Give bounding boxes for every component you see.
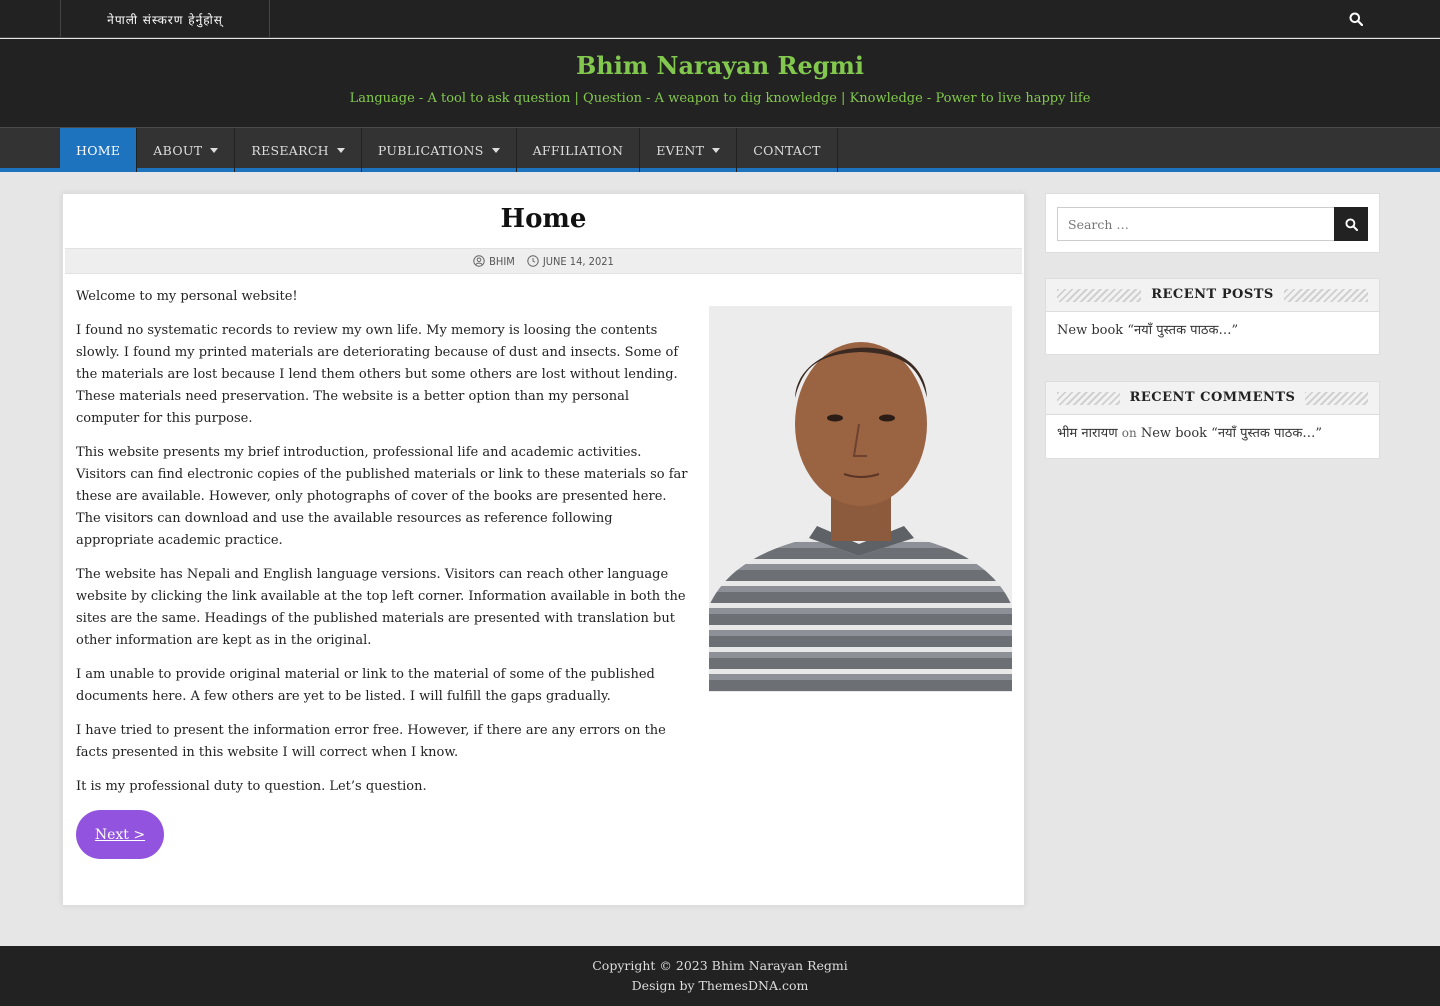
post-meta: BHIM JUNE 14, 2021 xyxy=(65,248,1022,274)
caret-down-icon xyxy=(336,147,345,153)
nav-item-affiliation[interactable]: Affiliation xyxy=(517,128,641,172)
nav-item-about[interactable]: About xyxy=(137,128,236,172)
date-text[interactable]: JUNE 14, 2021 xyxy=(543,255,614,268)
post-author[interactable]: BHIM xyxy=(473,255,515,268)
caret-down-icon xyxy=(491,147,500,153)
nav-item-label: About xyxy=(153,142,203,158)
nav-item-label: Affiliation xyxy=(532,142,624,158)
search-input[interactable]: Search … xyxy=(1057,207,1335,241)
search-widget: Search … xyxy=(1045,193,1380,253)
recent-comment: भीम नारायण on New book “नयाँ पुस्तक पाठक… xyxy=(1057,423,1322,441)
portrait-photo xyxy=(709,306,1012,692)
paragraph: It is my professional duty to question. … xyxy=(76,779,427,794)
user-icon xyxy=(473,255,485,267)
next-page-button[interactable]: Next > xyxy=(76,810,164,859)
primary-nav: Home About Research Publications Affilia… xyxy=(0,127,1440,172)
search-icon[interactable] xyxy=(1344,8,1368,30)
search-icon xyxy=(1344,217,1358,231)
paragraph: The website has Nepali and English langu… xyxy=(76,567,686,648)
caret-down-icon xyxy=(210,147,219,153)
widget-header: Recent Posts xyxy=(1046,279,1379,312)
site-description: Language - A tool to ask question | Ques… xyxy=(349,91,1091,106)
nav-item-label: Research xyxy=(251,142,329,158)
recent-post-link[interactable]: New book “नयाँ पुस्तक पाठक…” xyxy=(1057,320,1238,338)
site-header: Bhim Narayan Regmi Language - A tool to … xyxy=(0,39,1440,127)
main-content: Home BHIM JUNE 14, 2021 Welcome to my pe… xyxy=(62,193,1025,906)
paragraph: This website presents my brief introduct… xyxy=(76,445,688,548)
nav-item-label: Home xyxy=(76,142,121,158)
site-footer: Copyright © 2023 Bhim Narayan Regmi Desi… xyxy=(0,946,1440,1006)
paragraph: I found no systematic records to review … xyxy=(76,323,679,426)
widget-header: Recent Comments xyxy=(1046,382,1379,415)
language-switch-link[interactable]: नेपाली संस्करण हेर्नुहोस् xyxy=(60,0,270,38)
post-date[interactable]: JUNE 14, 2021 xyxy=(527,255,614,268)
search-submit-button[interactable] xyxy=(1334,207,1368,241)
nav-item-home[interactable]: Home xyxy=(60,128,138,172)
copyright-text: Copyright © 2023 Bhim Narayan Regmi xyxy=(592,958,848,973)
nav-item-event[interactable]: Event xyxy=(640,128,738,172)
site-title[interactable]: Bhim Narayan Regmi xyxy=(0,51,1440,80)
author-name[interactable]: BHIM xyxy=(489,255,515,268)
nav-item-research[interactable]: Research xyxy=(235,128,362,172)
page-title: Home xyxy=(500,204,587,234)
recent-comments-widget: Recent Comments भीम नारायण on New book “… xyxy=(1045,381,1380,459)
design-credit-link[interactable]: Design by ThemesDNA.com xyxy=(0,978,1440,993)
widget-title: Recent Comments xyxy=(1119,390,1306,405)
paragraph: I am unable to provide original material… xyxy=(76,667,655,704)
top-bar: नेपाली संस्करण हेर्नुहोस् xyxy=(0,0,1440,38)
nav-item-label: Event xyxy=(656,142,705,158)
clock-icon xyxy=(527,255,539,267)
caret-down-icon xyxy=(712,147,721,153)
comment-on-text: on xyxy=(1121,426,1137,440)
comment-author-link[interactable]: भीम नारायण xyxy=(1057,426,1118,441)
post-body: Welcome to my personal website! I found … xyxy=(76,286,688,810)
paragraph: I have tried to present the information … xyxy=(76,723,666,760)
nav-item-label: Publications xyxy=(377,142,484,158)
nav-item-label: Contact xyxy=(753,142,821,158)
comment-post-link[interactable]: New book “नयाँ पुस्तक पाठक…” xyxy=(1141,426,1322,441)
paragraph: Welcome to my personal website! xyxy=(76,289,298,304)
nav-item-contact[interactable]: Contact xyxy=(737,128,838,172)
widget-title: Recent Posts xyxy=(1141,287,1284,302)
nav-item-publications[interactable]: Publications xyxy=(362,128,517,172)
recent-posts-widget: Recent Posts New book “नयाँ पुस्तक पाठक…… xyxy=(1045,278,1380,355)
